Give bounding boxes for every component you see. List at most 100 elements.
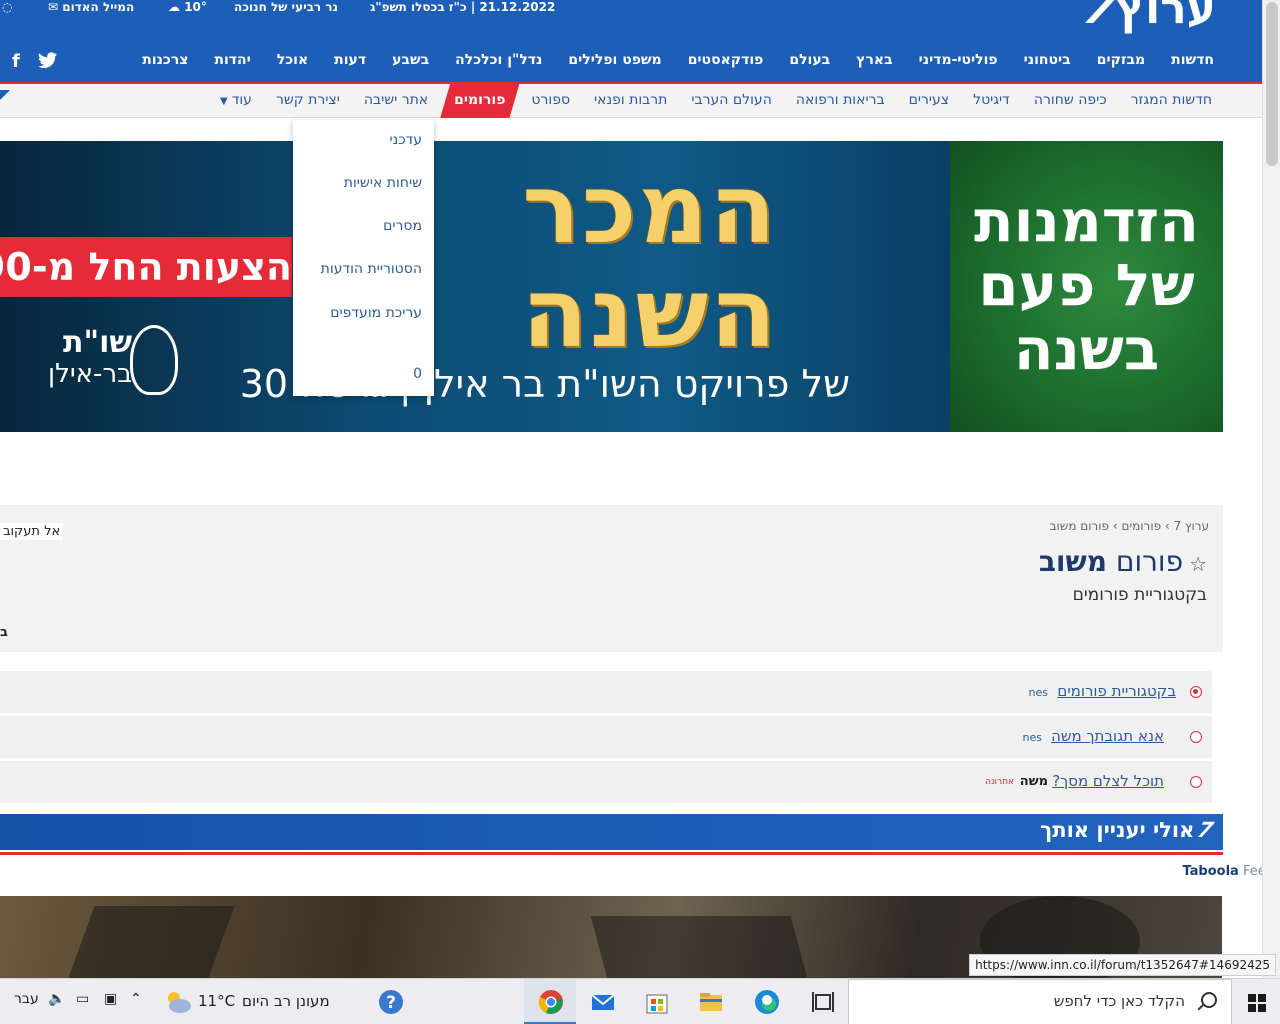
taboola-feed-label[interactable]: Taboola Feed — [1182, 864, 1274, 879]
thread-radio[interactable] — [1190, 731, 1202, 743]
chat-icon[interactable]: ◌ — [2, 0, 12, 16]
related-divider — [0, 852, 1223, 855]
main-nav-item-podcasts[interactable]: פודקאסטים — [688, 48, 764, 78]
related-title: 7אולי יעניין אותך — [1040, 818, 1218, 842]
social-links: f — [12, 52, 58, 75]
network-icon[interactable]: ▭ — [76, 991, 89, 1007]
mail-icon: ✉ — [48, 0, 59, 14]
thread-title-link[interactable]: תוכל לצלם מסך? — [1052, 772, 1164, 790]
thread-row[interactable]: תוכל לצלם מסך? משה אחרונה — [0, 761, 1212, 803]
temperature: 10° — [184, 0, 207, 14]
main-nav-item-israel[interactable]: בארץ — [856, 48, 892, 78]
thread-title-link[interactable]: בקטגוריית פורומים — [1057, 682, 1176, 700]
page-scrollbar[interactable] — [1262, 0, 1280, 978]
edge-icon[interactable] — [740, 979, 792, 1024]
partly-cloudy-icon — [168, 992, 191, 1013]
thread-radio-selected[interactable] — [1190, 686, 1202, 698]
thread-row[interactable]: בקטגוריית פורומים nes — [0, 671, 1212, 713]
site-header: 21.12.2022 | כ"ז בכסלו תשפ"ג נר רביעי של… — [0, 0, 1262, 82]
windows-taskbar: הקלד כאן כדי לחפש ? 11°C מעונן רב היום ⌃… — [0, 978, 1280, 1024]
dropdown-item-recent[interactable]: עדכני — [389, 132, 422, 148]
subnav-corner-marker — [0, 90, 10, 100]
status-url-tooltip: https://www.inn.co.il/forum/t1352647#146… — [969, 954, 1276, 976]
logo-text: ערוץ — [1116, 0, 1216, 34]
search-icon — [1201, 992, 1217, 1008]
sub-nav-item-more[interactable]: עוד▼ — [220, 84, 252, 118]
related-header: 7אולי יעניין אותך — [0, 814, 1223, 850]
breadcrumb[interactable]: ערוץ 7 › פורומים › פורום משוב — [1050, 519, 1209, 533]
page-title: ☆פורום משוב — [1039, 545, 1207, 578]
main-nav-item-news[interactable]: חדשות — [1171, 48, 1214, 78]
main-nav-item-opinions[interactable]: דעות — [334, 48, 366, 78]
main-nav-item-world[interactable]: בעולם — [789, 48, 830, 78]
task-view-icon[interactable] — [796, 979, 848, 1024]
volume-icon[interactable]: 🔈 — [48, 991, 65, 1007]
site-logo[interactable]: ערוץ7 — [1074, 0, 1216, 34]
forums-dropdown-menu: עדכני שיחות אישיות מסרים הסטוריית הודעות… — [293, 120, 434, 396]
dropdown-item-count[interactable]: 0 — [413, 366, 422, 382]
start-button[interactable] — [1232, 979, 1280, 1024]
taskbar-search-box[interactable]: הקלד כאן כדי לחפש — [848, 979, 1232, 1024]
scrollbar-thumb[interactable] — [1266, 2, 1278, 166]
sub-nav-item-contact[interactable]: יצירת קשר — [276, 84, 340, 118]
banner-green-line-3: בשנה — [1013, 315, 1160, 383]
help-icon[interactable]: ? — [364, 979, 416, 1024]
thread-title-link[interactable]: אנא תגובתך משה — [1051, 727, 1164, 745]
unfollow-button[interactable]: אל תעקוב — [0, 523, 64, 540]
sub-nav-item-youth[interactable]: צעירים — [909, 84, 950, 118]
sub-nav-item-arab-world[interactable]: העולם הערבי — [691, 84, 771, 118]
sub-nav-item-sector[interactable]: חדשות המגזר — [1131, 84, 1212, 118]
thread-row[interactable]: אנא תגובתך משה nes — [0, 716, 1212, 758]
main-nav-item-law[interactable]: משפט ופלילים — [568, 48, 661, 78]
sub-nav-item-digital[interactable]: דיגיטל — [973, 84, 1010, 118]
twitter-icon[interactable] — [37, 52, 58, 75]
banner-headline-line-1: המכר — [522, 153, 778, 265]
date-line: 21.12.2022 | כ"ז בכסלו תשפ"ג — [370, 0, 556, 14]
dropdown-item-private-chats[interactable]: שיחות אישיות — [344, 175, 422, 191]
sub-nav-item-health[interactable]: בריאות ורפואה — [796, 84, 885, 118]
thread-author[interactable]: משה — [1020, 774, 1048, 789]
main-nav-item-security[interactable]: ביטחוני — [1024, 48, 1071, 78]
main-nav-item-food[interactable]: אוכל — [277, 48, 308, 78]
sub-nav-item-forums[interactable]: פורומים — [440, 84, 519, 118]
related-logo-seven: 7 — [1192, 818, 1219, 842]
dropdown-item-history[interactable]: הסטוריית הודעות — [321, 261, 422, 277]
thread-author[interactable]: nes — [1023, 731, 1042, 744]
ad-banner[interactable]: הזדמנות של פעם בשנה המכר השנה של פרויקט … — [0, 141, 1223, 432]
sub-nav-items: חדשות המגזר כיפה שחורה דיגיטל צעירים ברי… — [196, 84, 1212, 118]
red-mail-label: המייל האדום — [62, 0, 135, 14]
meet-icon[interactable]: ▣ — [104, 991, 117, 1007]
chrome-icon[interactable] — [524, 979, 576, 1024]
facebook-icon[interactable]: f — [12, 52, 20, 75]
main-nav-item-consumer[interactable]: צרכנות — [142, 48, 188, 78]
language-indicator[interactable]: עבר — [14, 991, 39, 1007]
thread-radio[interactable] — [1190, 776, 1202, 788]
hebrew-date: כ"ז בכסלו תשפ"ג — [370, 0, 467, 14]
dropdown-item-messages[interactable]: מסרים — [383, 218, 422, 234]
main-nav-item-besheva[interactable]: בשבע — [392, 48, 429, 78]
main-nav-item-economy[interactable]: נדל"ן וכלכלה — [455, 48, 542, 78]
related-title-text: אולי יעניין אותך — [1040, 818, 1195, 842]
store-icon[interactable] — [630, 979, 682, 1024]
main-nav-item-flash[interactable]: מבזקים — [1097, 48, 1145, 78]
gregorian-date: 21.12.2022 — [479, 0, 556, 14]
truncated-label: ב — [0, 625, 8, 640]
thread-author[interactable]: nes — [1029, 686, 1048, 699]
weather-widget[interactable]: 10° ☁ — [168, 0, 207, 16]
sub-nav-item-yeshiva[interactable]: אתר ישיבה — [364, 84, 428, 118]
last-post-badge: אחרונה — [985, 777, 1014, 787]
sub-nav-item-sport[interactable]: ספורט — [531, 84, 570, 118]
main-nav-item-judaism[interactable]: יהדות — [214, 48, 250, 78]
dropdown-item-favorites[interactable]: עריכת מועדפים — [330, 305, 422, 321]
main-nav-item-politics[interactable]: פוליטי-מדיני — [919, 48, 998, 78]
red-mail-link[interactable]: המייל האדום ✉ — [48, 0, 134, 16]
svg-text:?: ? — [386, 993, 396, 1013]
sub-nav-item-culture[interactable]: תרבות ופנאי — [594, 84, 667, 118]
sub-nav-item-kipa[interactable]: כיפה שחורה — [1034, 84, 1107, 118]
file-explorer-icon[interactable] — [684, 979, 736, 1024]
cloud-icon: ☁ — [168, 0, 180, 14]
star-icon[interactable]: ☆ — [1189, 552, 1207, 576]
mail-icon[interactable] — [576, 979, 628, 1024]
search-placeholder: הקלד כאן כדי לחפש — [1053, 992, 1185, 1010]
chevron-up-icon[interactable]: ⌃ — [130, 991, 142, 1007]
